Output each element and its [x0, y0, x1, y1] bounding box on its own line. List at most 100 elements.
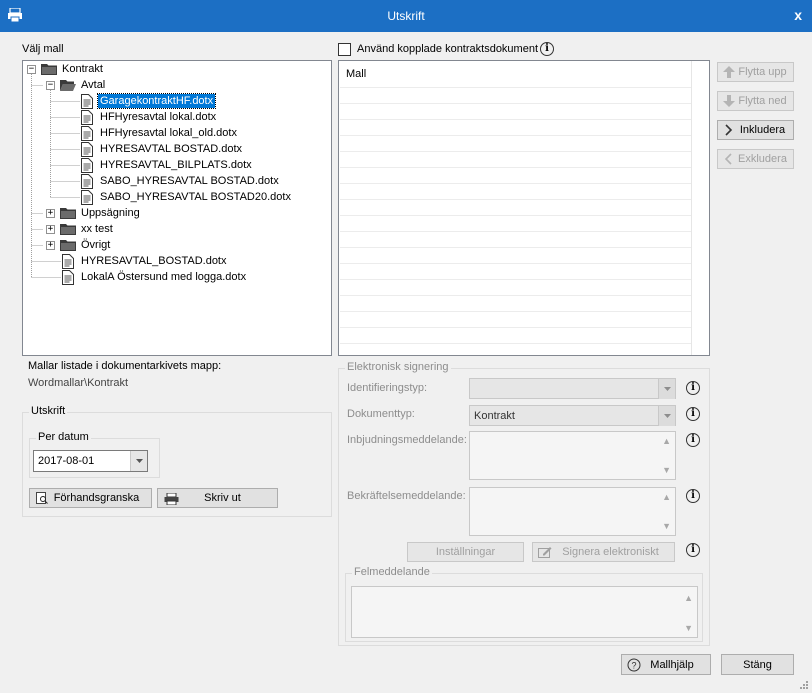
row-line — [340, 295, 691, 296]
scroll-up-icon[interactable]: ▲ — [684, 593, 693, 603]
doctype-dropdown-button[interactable] — [658, 406, 675, 426]
arrow-up-icon — [723, 66, 735, 78]
tree-file[interactable]: SABO_HYRESAVTAL BOSTAD20.dotx — [81, 189, 293, 205]
date-dropdown-button[interactable] — [130, 451, 147, 471]
scroll-down-icon[interactable]: ▼ — [662, 465, 671, 475]
tree-label: HYRESAVTAL_BILPLATS.dotx — [100, 159, 252, 171]
info-icon[interactable]: i — [540, 42, 554, 56]
tree-label: Avtal — [81, 79, 106, 91]
chevron-down-icon — [664, 387, 671, 391]
close-window-button[interactable]: x — [794, 7, 802, 23]
tree-folder-xx-test[interactable]: xx test — [60, 221, 115, 237]
row-line — [340, 231, 691, 232]
row-line — [340, 167, 691, 168]
tree-folder-kontrakt[interactable]: Kontrakt — [41, 61, 105, 77]
folder-path: Wordmallar\Kontrakt — [28, 377, 129, 389]
info-icon[interactable]: i — [686, 381, 700, 395]
info-icon[interactable]: i — [686, 433, 700, 447]
confirm-message-label: Bekräftelsemeddelande: — [347, 490, 466, 502]
list-column-header: Mall — [346, 68, 367, 80]
invite-message-label: Inbjudningsmeddelande: — [347, 434, 467, 446]
expand-toggle-uppsagning[interactable]: + — [46, 209, 55, 218]
scroll-up-icon[interactable]: ▲ — [662, 436, 671, 446]
tree-folder-uppsagning[interactable]: Uppsägning — [60, 205, 142, 221]
include-button[interactable]: Inkludera — [717, 120, 794, 140]
move-down-button[interactable]: Flytta ned — [717, 91, 794, 111]
esign-group-label: Elektronisk signering — [345, 361, 451, 373]
tree-label: HFHyresavtal lokal.dotx — [100, 111, 217, 123]
row-line — [340, 151, 691, 152]
document-icon — [81, 109, 93, 125]
identification-select[interactable] — [469, 378, 676, 399]
scroll-down-icon[interactable]: ▼ — [684, 623, 693, 633]
template-help-label: Mallhjälp — [650, 658, 694, 671]
row-line — [340, 343, 691, 344]
tree-label: HYRESAVTAL BOSTAD.dotx — [100, 143, 243, 155]
tree-file[interactable]: HYRESAVTAL_BOSTAD.dotx — [62, 253, 229, 269]
printer-icon — [164, 493, 179, 505]
print-button[interactable]: Skriv ut — [157, 488, 278, 508]
resize-grip-icon[interactable] — [798, 679, 810, 691]
collapse-toggle-kontrakt[interactable]: − — [27, 65, 36, 74]
print-group-label: Utskrift — [29, 405, 68, 417]
document-icon — [81, 141, 93, 157]
confirm-message-field[interactable]: ▲ ▼ — [469, 487, 676, 536]
info-icon[interactable]: i — [686, 489, 700, 503]
preview-button[interactable]: Förhandsgranska — [29, 488, 152, 508]
preview-label: Förhandsgranska — [53, 492, 140, 504]
error-message-field[interactable]: ▲ ▼ — [351, 586, 698, 638]
row-line — [340, 199, 691, 200]
date-picker[interactable]: 2017-08-01 — [33, 450, 148, 472]
tree-file[interactable]: HFHyresavtal lokal.dotx — [81, 109, 218, 125]
sign-electronically-label: Signera elektroniskt — [562, 546, 659, 558]
selected-templates-list[interactable]: Mall — [338, 60, 710, 356]
row-line — [340, 327, 691, 328]
settings-button[interactable]: Inställningar — [407, 542, 524, 562]
row-line — [340, 263, 691, 264]
row-line — [340, 87, 691, 88]
date-value: 2017-08-01 — [38, 455, 95, 467]
tree-label: HFHyresavtal lokal_old.dotx — [100, 127, 237, 139]
info-icon[interactable]: i — [686, 407, 700, 421]
document-icon — [62, 269, 74, 285]
tree-file[interactable]: SABO_HYRESAVTAL BOSTAD.dotx — [81, 173, 281, 189]
per-datum-label: Per datum — [36, 431, 91, 443]
tree-file[interactable]: HYRESAVTAL_BILPLATS.dotx — [81, 157, 254, 173]
tree-label: Övrigt — [81, 239, 111, 251]
tree-label: Uppsägning — [81, 207, 140, 219]
row-line — [340, 215, 691, 216]
document-icon — [81, 173, 93, 189]
template-tree[interactable]: − Kontrakt − Avtal GaragekontraktHF.dotx… — [22, 60, 332, 356]
exclude-button[interactable]: Exkludera — [717, 149, 794, 169]
invite-message-field[interactable]: ▲ ▼ — [469, 431, 676, 480]
move-up-button[interactable]: Flytta upp — [717, 62, 794, 82]
identification-dropdown-button[interactable] — [658, 379, 675, 399]
info-icon[interactable]: i — [686, 543, 700, 557]
tree-label: SABO_HYRESAVTAL BOSTAD.dotx — [100, 175, 279, 187]
chevron-down-icon — [664, 414, 671, 418]
template-help-button[interactable]: ? Mallhjälp — [621, 654, 711, 675]
row-line — [340, 183, 691, 184]
folder-icon — [60, 240, 76, 251]
scroll-down-icon[interactable]: ▼ — [662, 521, 671, 531]
scroll-up-icon[interactable]: ▲ — [662, 492, 671, 502]
settings-label: Inställningar — [435, 546, 496, 558]
tree-folder-avtal[interactable]: Avtal — [60, 77, 107, 93]
sign-electronically-button[interactable]: Signera elektroniskt — [532, 542, 675, 562]
doctype-label: Dokumenttyp: — [347, 408, 415, 420]
title-bar: Utskrift x — [0, 0, 812, 32]
doctype-select[interactable]: Kontrakt — [469, 405, 676, 426]
use-linked-documents-checkbox[interactable] — [338, 43, 351, 56]
tree-file[interactable]: LokalA Östersund med logga.dotx — [62, 269, 248, 285]
tree-label: Kontrakt — [62, 63, 103, 75]
tree-file[interactable]: HYRESAVTAL BOSTAD.dotx — [81, 141, 244, 157]
tree-folder-ovrigt[interactable]: Övrigt — [60, 237, 112, 253]
expand-toggle-xx-test[interactable]: + — [46, 225, 55, 234]
tree-file[interactable]: HFHyresavtal lokal_old.dotx — [81, 125, 239, 141]
row-line — [340, 119, 691, 120]
expand-toggle-ovrigt[interactable]: + — [46, 241, 55, 250]
select-template-label: Välj mall — [22, 43, 64, 55]
tree-file[interactable]: GaragekontraktHF.dotx — [81, 93, 217, 109]
close-button[interactable]: Stäng — [721, 654, 794, 675]
collapse-toggle-avtal[interactable]: − — [46, 81, 55, 90]
